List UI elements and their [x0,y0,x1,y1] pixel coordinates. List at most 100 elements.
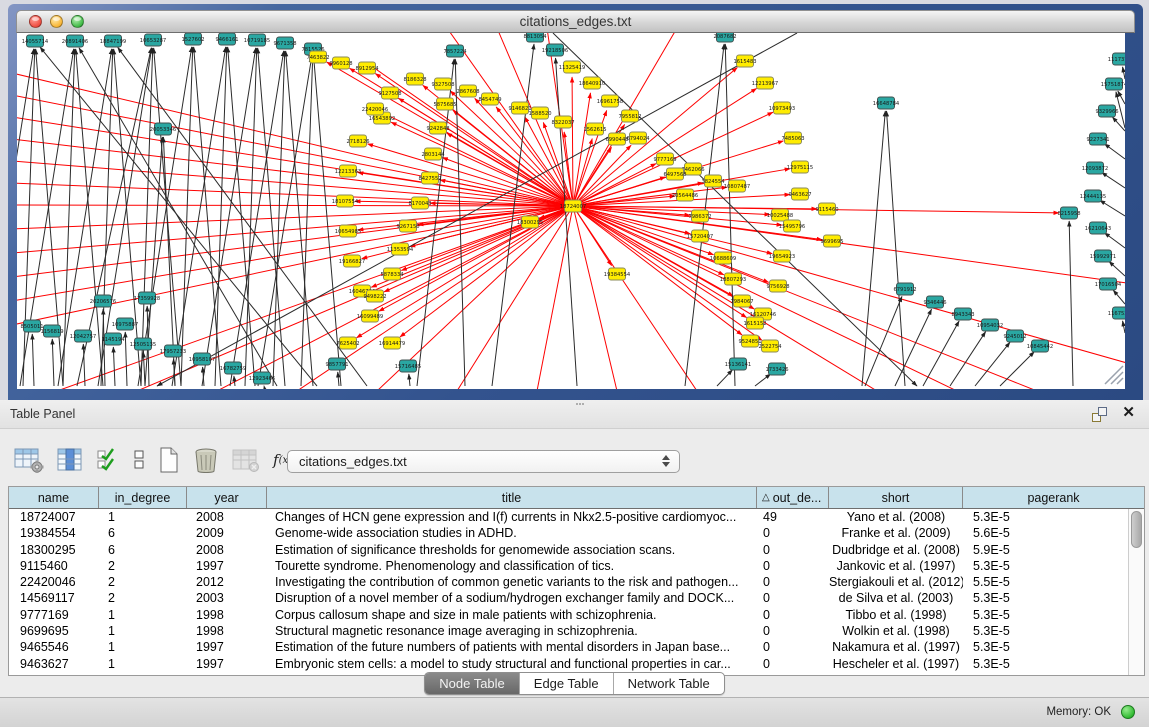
window-title-bar[interactable]: citations_edges.txt [16,10,1135,33]
rows-icon[interactable] [133,449,145,471]
graph-node-label: 1145194 [101,337,125,343]
zoom-window-button[interactable] [71,15,84,28]
column-header-year[interactable]: year [187,487,267,508]
column-header-out-de-[interactable]: △out_de... [757,487,829,508]
graph-node-label: 7986372 [688,214,711,220]
table-cell: 14569117 [9,590,99,606]
vertical-scrollbar[interactable] [1128,509,1144,675]
memory-indicator[interactable] [1121,705,1135,719]
graph-node-label: 17016504 [1095,282,1122,288]
graph-node-label: 1156819 [40,329,63,335]
table-cell: Stergiakouli et al. (2012) [829,574,963,590]
table-cell: 1998 [187,623,267,639]
graph-node-label: 20891406 [62,39,88,45]
table-cell: Structural magnetic resonance image aver… [267,623,757,639]
network-canvas[interactable]: 1405571420891406188471991065328715276029… [17,33,1125,389]
graph-node-label: 19384554 [604,272,631,278]
table-cell: Estimation of significance thresholds fo… [267,542,757,558]
close-panel-icon[interactable]: ✕ [1122,403,1135,421]
delete-icon[interactable] [193,447,219,474]
tab-edge-table[interactable]: Edge Table [519,673,613,694]
table-cell: 6 [99,542,187,558]
table-cell: Nakamura et al. (1997) [829,639,963,655]
citation-network-graph[interactable]: 1405571420891406188471991065328715276029… [17,33,1125,389]
graph-node-label: 9756928 [766,284,789,290]
graph-node-label: 10653287 [140,38,166,44]
column-header-label: pagerank [1027,491,1079,505]
table-row[interactable]: 977716911998Corpus callosum shape and si… [9,607,1128,623]
table-cell: 1998 [187,607,267,623]
table-cell: 5.3E-5 [963,639,1128,655]
graph-node-label: 10954032 [977,323,1003,329]
graph-node-label: 18807293 [720,277,746,283]
delete-table-icon[interactable] [232,448,260,472]
graph-node-label: 10958107 [189,357,215,363]
close-window-button[interactable] [29,15,42,28]
table-row[interactable]: 1456911722003Disruption of a novel membe… [9,590,1128,606]
graph-node-label: 18300295 [517,220,543,226]
graph-node-label: 11173744 [1108,57,1125,63]
table-row[interactable]: 1938455462009Genome-wide association stu… [9,525,1128,541]
table-header-row: namein_degreeyeartitle△out_de... short pag… [9,487,1144,509]
table-row[interactable]: 1830029562008Estimation of significance … [9,542,1128,558]
table-cell: 0 [757,639,829,655]
table-cell: Franke et al. (2009) [829,525,963,541]
table-cell: 1 [99,656,187,672]
column-header-short[interactable]: short [829,487,963,508]
table-cell: Embryonic stem cells: a model to study s… [267,656,757,672]
graph-node-label: 12975115 [787,165,813,171]
table-cell: 2009 [187,525,267,541]
table-cell: 1 [99,623,187,639]
table-row[interactable]: 946554611997Estimation of the future num… [9,639,1128,655]
table-row[interactable]: 946362711997Embryonic stem cells: a mode… [9,656,1128,672]
table-row[interactable]: 2242004622012Investigating the contribut… [9,574,1128,590]
tab-node-table[interactable]: Node Table [425,673,519,694]
graph-node-label: 10719185 [244,38,270,44]
graph-node-label: 8215958 [1057,211,1080,217]
column-header-label: short [882,491,910,505]
table-cell: 0 [757,542,829,558]
column-header-name[interactable]: name [9,487,99,508]
table-row[interactable]: 969969511998Structural magnetic resonanc… [9,623,1128,639]
graph-node-label: 7955812 [618,114,641,120]
table-cell: 0 [757,623,829,639]
graph-node-label: 11325419 [559,65,585,71]
column-header-title[interactable]: title [267,487,757,508]
minimize-window-button[interactable] [50,15,63,28]
graph-node-label: 15716485 [395,364,421,370]
graph-node-label: 11675343 [1108,311,1125,317]
table-panel-title: Table Panel [10,407,75,421]
graph-node-label: 12213363 [335,169,361,175]
table-cell: 18300295 [9,542,99,558]
canvas-resize-grip[interactable] [1105,366,1123,384]
scrollbar-thumb[interactable] [1131,511,1142,548]
table-cell: 5.3E-5 [963,607,1128,623]
table-row[interactable]: 1872400712008Changes of HCN gene express… [9,509,1128,525]
table-settings-icon[interactable] [14,447,44,474]
select-all-icon[interactable] [96,448,120,472]
graph-node-label: 1615483 [733,59,756,65]
column-icon[interactable] [57,448,83,472]
graph-node-label: 9857791 [325,362,348,368]
graph-node-label: 15495796 [779,224,805,230]
column-header-pagerank[interactable]: pagerank [963,487,1144,508]
graph-node-label: 18640910 [579,81,605,87]
graph-node-label: 9960128 [329,61,352,67]
graph-node-label: 9115460 [815,207,838,213]
split-divider-grip[interactable] [575,401,585,407]
table-cell: 22420046 [9,574,99,590]
table-selector-dropdown[interactable]: citations_edges.txt [287,450,680,473]
table-cell: 9465546 [9,639,99,655]
table-row[interactable]: 911546021997Tourette syndrome. Phenomeno… [9,558,1128,574]
new-document-icon[interactable] [158,447,180,473]
table-cell: Genome-wide association studies in ADHD. [267,525,757,541]
graph-node-label: 9498222 [363,294,386,300]
column-header-in-degree[interactable]: in_degree [99,487,187,508]
table-cell: 5.3E-5 [963,509,1128,525]
table-cell: 2008 [187,509,267,525]
window-title: citations_edges.txt [17,14,1134,29]
graph-node-label: 9245012 [1003,334,1026,340]
graph-node-label: 9227341 [1086,137,1109,143]
float-panel-icon[interactable] [1092,407,1107,422]
tab-network-table[interactable]: Network Table [613,673,724,694]
